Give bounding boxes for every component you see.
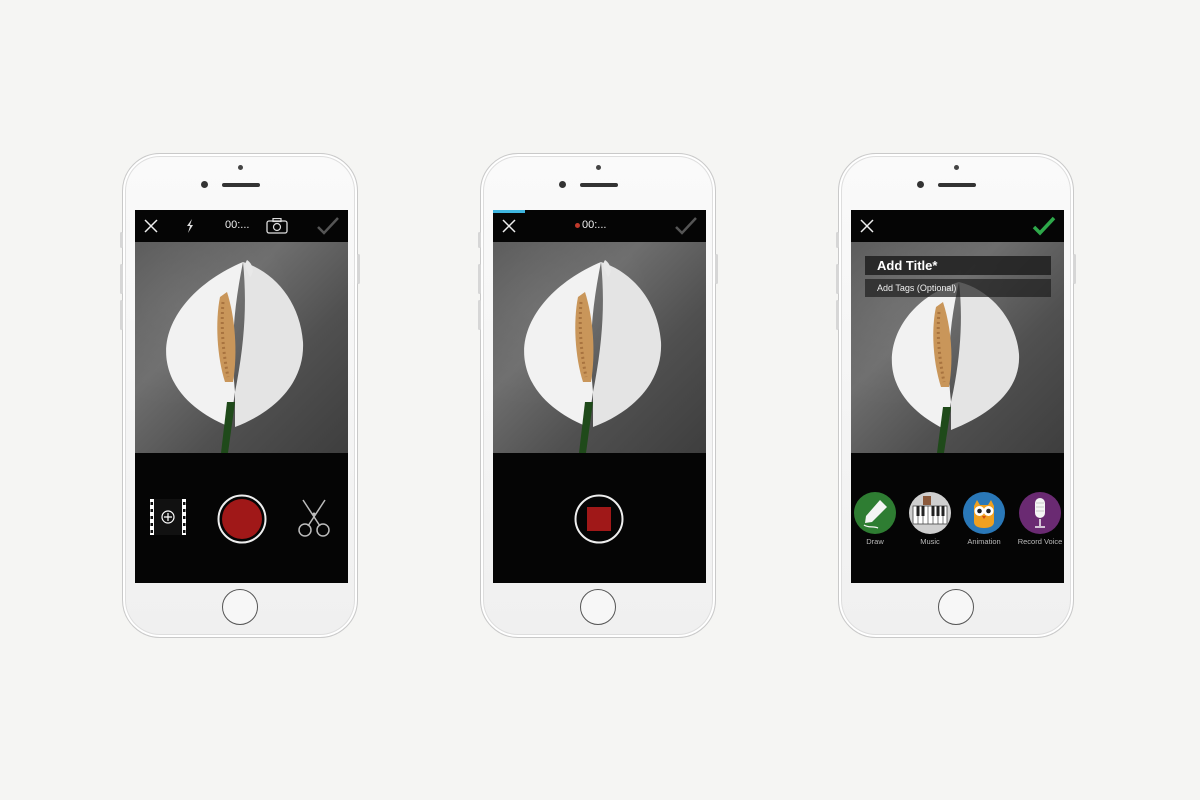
camera-switch-icon[interactable] <box>265 210 289 242</box>
piano-icon <box>909 492 951 534</box>
volume-down-button <box>120 300 123 330</box>
tool-animation[interactable]: Animation <box>961 492 1007 546</box>
home-button <box>222 589 258 625</box>
phone-2: 00:... <box>478 153 718 638</box>
mute-switch <box>120 232 123 248</box>
tags-input[interactable]: Add Tags (Optional) <box>865 279 1051 297</box>
tool-label: Record Voice <box>1017 537 1063 546</box>
volume-down-button <box>836 300 839 330</box>
scissors-icon[interactable] <box>295 498 333 543</box>
camera-preview <box>493 242 706 453</box>
earpiece-speaker <box>938 183 976 187</box>
screen-edit: Add Title* Add Tags (Optional) Draw Musi… <box>851 210 1064 583</box>
record-icon[interactable] <box>217 494 267 549</box>
volume-up-button <box>120 264 123 294</box>
checkmark-icon[interactable] <box>673 210 699 242</box>
home-button <box>580 589 616 625</box>
stop-icon[interactable] <box>574 494 624 549</box>
tool-music[interactable]: Music <box>907 492 953 546</box>
timer: 00:... <box>225 219 250 231</box>
proximity-sensor <box>238 165 243 170</box>
flash-icon[interactable] <box>181 210 199 242</box>
close-icon[interactable] <box>857 210 877 242</box>
owl-icon <box>963 492 1005 534</box>
screen-recording: 00:... <box>493 210 706 583</box>
front-camera <box>201 181 208 188</box>
tool-label: Draw <box>866 537 884 546</box>
volume-up-button <box>836 264 839 294</box>
proximity-sensor <box>954 165 959 170</box>
camera-preview <box>135 242 348 453</box>
tool-draw[interactable]: Draw <box>852 492 898 546</box>
recording-timer: 00:... <box>575 219 606 231</box>
proximity-sensor <box>596 165 601 170</box>
top-bar: 00:... <box>493 210 706 242</box>
home-button <box>938 589 974 625</box>
power-button <box>1073 254 1076 284</box>
checkmark-icon[interactable] <box>1031 210 1057 242</box>
tool-label: Animation <box>967 537 1001 546</box>
timer-text: 00:... <box>582 219 607 231</box>
mute-switch <box>478 232 481 248</box>
screen-camera: 00:... <box>135 210 348 583</box>
video-preview: Add Title* Add Tags (Optional) <box>851 242 1064 453</box>
power-button <box>357 254 360 284</box>
recording-indicator-icon <box>575 222 580 228</box>
close-icon[interactable] <box>499 210 519 242</box>
top-bar <box>851 210 1064 242</box>
volume-up-button <box>478 264 481 294</box>
phone-1: 00:... <box>120 153 360 638</box>
add-media-icon[interactable] <box>149 498 187 541</box>
microphone-icon <box>1019 492 1061 534</box>
checkmark-icon[interactable] <box>315 210 341 242</box>
close-icon[interactable] <box>141 210 161 242</box>
title-input[interactable]: Add Title* <box>865 256 1051 275</box>
earpiece-speaker <box>580 183 618 187</box>
pencil-icon <box>854 492 896 534</box>
power-button <box>715 254 718 284</box>
front-camera <box>559 181 566 188</box>
volume-down-button <box>478 300 481 330</box>
tool-record-voice[interactable]: Record Voice <box>1017 492 1063 546</box>
phone-3: Add Title* Add Tags (Optional) Draw Musi… <box>836 153 1076 638</box>
earpiece-speaker <box>222 183 260 187</box>
top-bar: 00:... <box>135 210 348 242</box>
front-camera <box>917 181 924 188</box>
mute-switch <box>836 232 839 248</box>
tool-label: Music <box>920 537 940 546</box>
